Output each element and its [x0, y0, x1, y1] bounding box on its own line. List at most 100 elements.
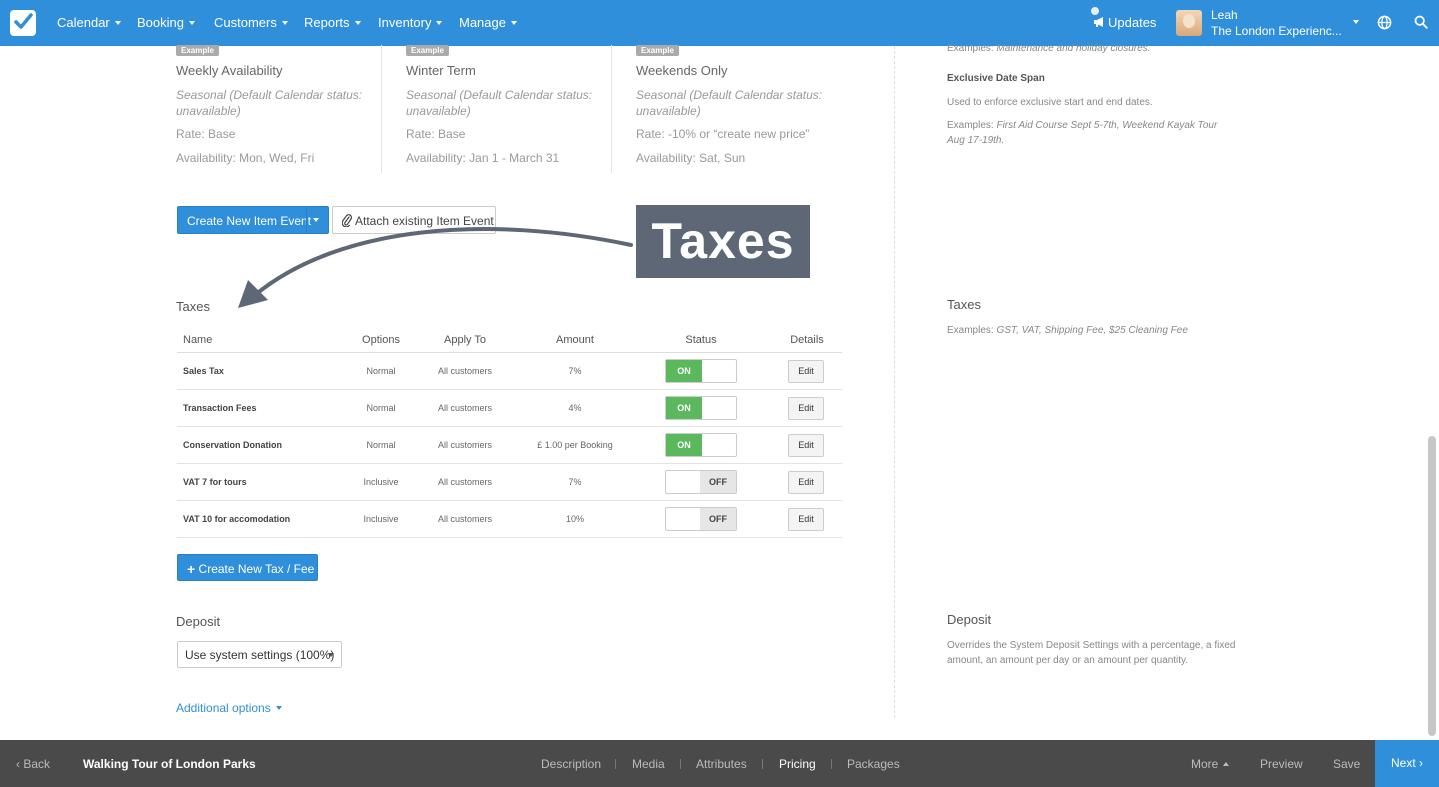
- status-toggle[interactable]: OFF: [665, 507, 737, 531]
- item-title: Walking Tour of London Parks: [83, 757, 256, 771]
- edit-button[interactable]: Edit: [788, 397, 824, 420]
- tax-name: VAT 10 for accomodation: [183, 514, 291, 524]
- deposit-section-title: Deposit: [176, 614, 221, 629]
- tab-packages[interactable]: Packages: [847, 757, 900, 771]
- nav-reports[interactable]: Reports: [304, 15, 361, 30]
- tax-apply-to: All customers: [437, 403, 492, 413]
- tax-options: Inclusive: [363, 514, 399, 524]
- example-title: Winter Term: [406, 63, 476, 78]
- more-label: More: [1191, 757, 1219, 771]
- user-name[interactable]: Leah: [1211, 8, 1238, 22]
- column-header-apply-to: Apply To: [444, 334, 486, 346]
- nav-calendar[interactable]: Calendar: [57, 15, 121, 30]
- closures-examples: Examples: Maintenance and holiday closur…: [947, 41, 1237, 56]
- example-badge: Example: [636, 45, 679, 56]
- additional-options-label: Additional options: [176, 701, 271, 715]
- status-toggle[interactable]: ON: [665, 433, 737, 457]
- tab-media[interactable]: Media: [632, 757, 665, 771]
- tax-name: Transaction Fees: [183, 403, 257, 413]
- column-divider: [894, 46, 895, 718]
- tax-options: Normal: [366, 440, 396, 450]
- examples-text: Maintenance and holiday closures.: [996, 43, 1151, 54]
- edit-button[interactable]: Edit: [788, 360, 824, 383]
- taxes-examples: Examples: GST, VAT, Shipping Fee, $25 Cl…: [947, 323, 1237, 338]
- tax-apply-to: All customers: [437, 440, 492, 450]
- examples-prefix: Examples:: [947, 43, 997, 54]
- taxes-callout: Taxes: [636, 205, 810, 278]
- checkfront-logo[interactable]: [10, 10, 36, 36]
- tab-attributes[interactable]: Attributes: [696, 757, 747, 771]
- avatar[interactable]: [1176, 10, 1202, 36]
- example-rate: Rate: -10% or “create new price”: [636, 127, 810, 141]
- column-header-name: Name: [183, 334, 213, 346]
- example-weekly-availability: Example Weekly Availability Seasonal (De…: [176, 40, 376, 165]
- chevron-down-icon: [188, 21, 195, 25]
- taxes-table: Name Options Apply To Amount Status Deta…: [177, 328, 842, 538]
- save-button[interactable]: Save: [1333, 757, 1360, 771]
- globe-icon[interactable]: [1377, 15, 1392, 30]
- chevron-right-icon: ›: [1415, 756, 1424, 770]
- nav-inventory[interactable]: Inventory: [378, 15, 443, 30]
- edit-button[interactable]: Edit: [788, 508, 824, 531]
- back-button[interactable]: ‹ Back: [16, 757, 50, 771]
- updates-label: Updates: [1108, 15, 1157, 30]
- chevron-down-icon: [354, 21, 361, 25]
- tax-amount: 7%: [568, 366, 582, 376]
- tax-options: Inclusive: [363, 477, 399, 487]
- status-toggle[interactable]: OFF: [665, 470, 737, 494]
- example-badge: Example: [406, 45, 449, 56]
- column-divider: [611, 45, 612, 173]
- column-header-status: Status: [685, 334, 717, 346]
- deposit-help-title: Deposit: [947, 612, 992, 627]
- updates-button[interactable]: Updates: [1093, 15, 1156, 30]
- examples-text: GST, VAT, Shipping Fee, $25 Cleaning Fee: [996, 325, 1188, 336]
- deposit-select[interactable]: Use system settings (100%): [177, 641, 342, 668]
- status-toggle-off: OFF: [700, 508, 736, 530]
- exclusive-date-span-title: Exclusive Date Span: [947, 73, 1045, 84]
- nav-booking[interactable]: Booking: [137, 15, 195, 30]
- create-tax-fee-button[interactable]: + Create New Tax / Fee: [177, 554, 318, 581]
- edit-button[interactable]: Edit: [788, 471, 824, 494]
- user-org[interactable]: The London Experienc...: [1211, 24, 1346, 38]
- example-status: Seasonal (Default Calendar status: unava…: [636, 88, 823, 118]
- more-button[interactable]: More: [1191, 757, 1230, 771]
- table-row: Transaction Fees Normal All customers 4%…: [177, 390, 842, 427]
- nav-calendar-label: Calendar: [57, 15, 110, 30]
- example-badge: Example: [176, 45, 219, 56]
- example-title: Weekends Only: [636, 63, 728, 78]
- deposit-help-desc: Overrides the System Deposit Settings wi…: [947, 640, 1236, 666]
- column-header-details: Details: [790, 334, 824, 346]
- scrollbar[interactable]: [1428, 436, 1436, 736]
- tax-amount: 4%: [568, 403, 582, 413]
- callout-arrow: [238, 227, 633, 308]
- tab-pricing[interactable]: Pricing: [779, 757, 816, 771]
- table-row: Conservation Donation Normal All custome…: [177, 427, 842, 464]
- tab-description[interactable]: Description: [541, 757, 601, 771]
- tax-amount: 10%: [565, 514, 584, 524]
- tab-divider: [615, 759, 616, 769]
- examples-prefix: Examples:: [947, 120, 997, 131]
- edit-button[interactable]: Edit: [788, 434, 824, 457]
- chevron-down-icon: [281, 21, 288, 25]
- additional-options-link[interactable]: Additional options: [176, 701, 282, 715]
- tax-apply-to: All customers: [437, 366, 492, 376]
- nav-customers[interactable]: Customers: [214, 15, 288, 30]
- nav-inventory-label: Inventory: [378, 15, 432, 30]
- status-toggle[interactable]: ON: [665, 359, 737, 383]
- search-icon[interactable]: [1414, 15, 1428, 29]
- column-header-amount: Amount: [556, 334, 594, 346]
- nav-manage[interactable]: Manage: [459, 15, 517, 30]
- preview-button[interactable]: Preview: [1260, 757, 1303, 771]
- example-title: Weekly Availability: [176, 63, 283, 78]
- nav-manage-label: Manage: [459, 15, 506, 30]
- tax-options: Normal: [366, 366, 396, 376]
- status-toggle[interactable]: ON: [665, 396, 737, 420]
- notification-dot: [1091, 7, 1099, 15]
- table-row: VAT 10 for accomodation Inclusive All cu…: [177, 501, 842, 538]
- tab-divider: [831, 759, 832, 769]
- next-button[interactable]: Next ›: [1375, 740, 1439, 787]
- column-header-options: Options: [362, 334, 400, 346]
- exclusive-examples: Examples: First Aid Course Sept 5-7th, W…: [947, 118, 1237, 148]
- deposit-select-value: Use system settings (100%): [185, 648, 335, 662]
- chevron-down-icon[interactable]: [1353, 20, 1359, 24]
